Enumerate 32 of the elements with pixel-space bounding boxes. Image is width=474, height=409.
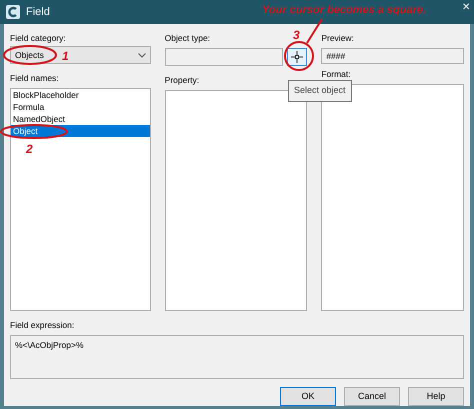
leader-line — [306, 18, 323, 44]
select-object-button[interactable] — [287, 48, 308, 66]
annotation-text: Your cursor becomes a square. — [262, 4, 426, 17]
field-label: Field category: — [10, 32, 66, 44]
field-label: Format: — [321, 68, 351, 80]
annotation-ellipse — [0, 124, 68, 139]
field-label: Preview: — [321, 32, 354, 44]
dialog-button[interactable]: Cancel — [344, 387, 400, 406]
expression-field[interactable]: %<\AcObjProp>% — [10, 335, 464, 379]
annotation-ellipse — [284, 41, 314, 71]
step-number: 1 — [62, 48, 69, 65]
step-number: 2 — [26, 141, 33, 158]
list-item[interactable]: NamedObject — [11, 113, 150, 125]
annotation-ellipse — [3, 45, 57, 65]
dialog-button[interactable]: Help — [408, 387, 464, 406]
object-type-field[interactable] — [164, 48, 284, 66]
field-label: Property: — [164, 74, 200, 86]
field-label: Object type: — [164, 32, 210, 44]
preview-field: #### — [321, 48, 464, 64]
step-number: 3 — [293, 27, 300, 44]
field-label: Field names: — [10, 72, 59, 84]
chevron-icon — [138, 52, 146, 58]
list-item[interactable]: Object — [11, 125, 150, 137]
window-title: Field — [26, 4, 50, 20]
close-button[interactable]: ✕ — [462, 3, 470, 13]
dialog-button[interactable]: OK — [280, 387, 336, 406]
crosshair-icon — [291, 51, 304, 63]
list-item[interactable]: BlockPlaceholder — [11, 89, 150, 101]
field-label: Field expression: — [10, 319, 74, 332]
app-icon — [6, 5, 20, 19]
list-item[interactable]: Formula — [11, 101, 150, 113]
tooltip: Select object — [288, 80, 352, 102]
